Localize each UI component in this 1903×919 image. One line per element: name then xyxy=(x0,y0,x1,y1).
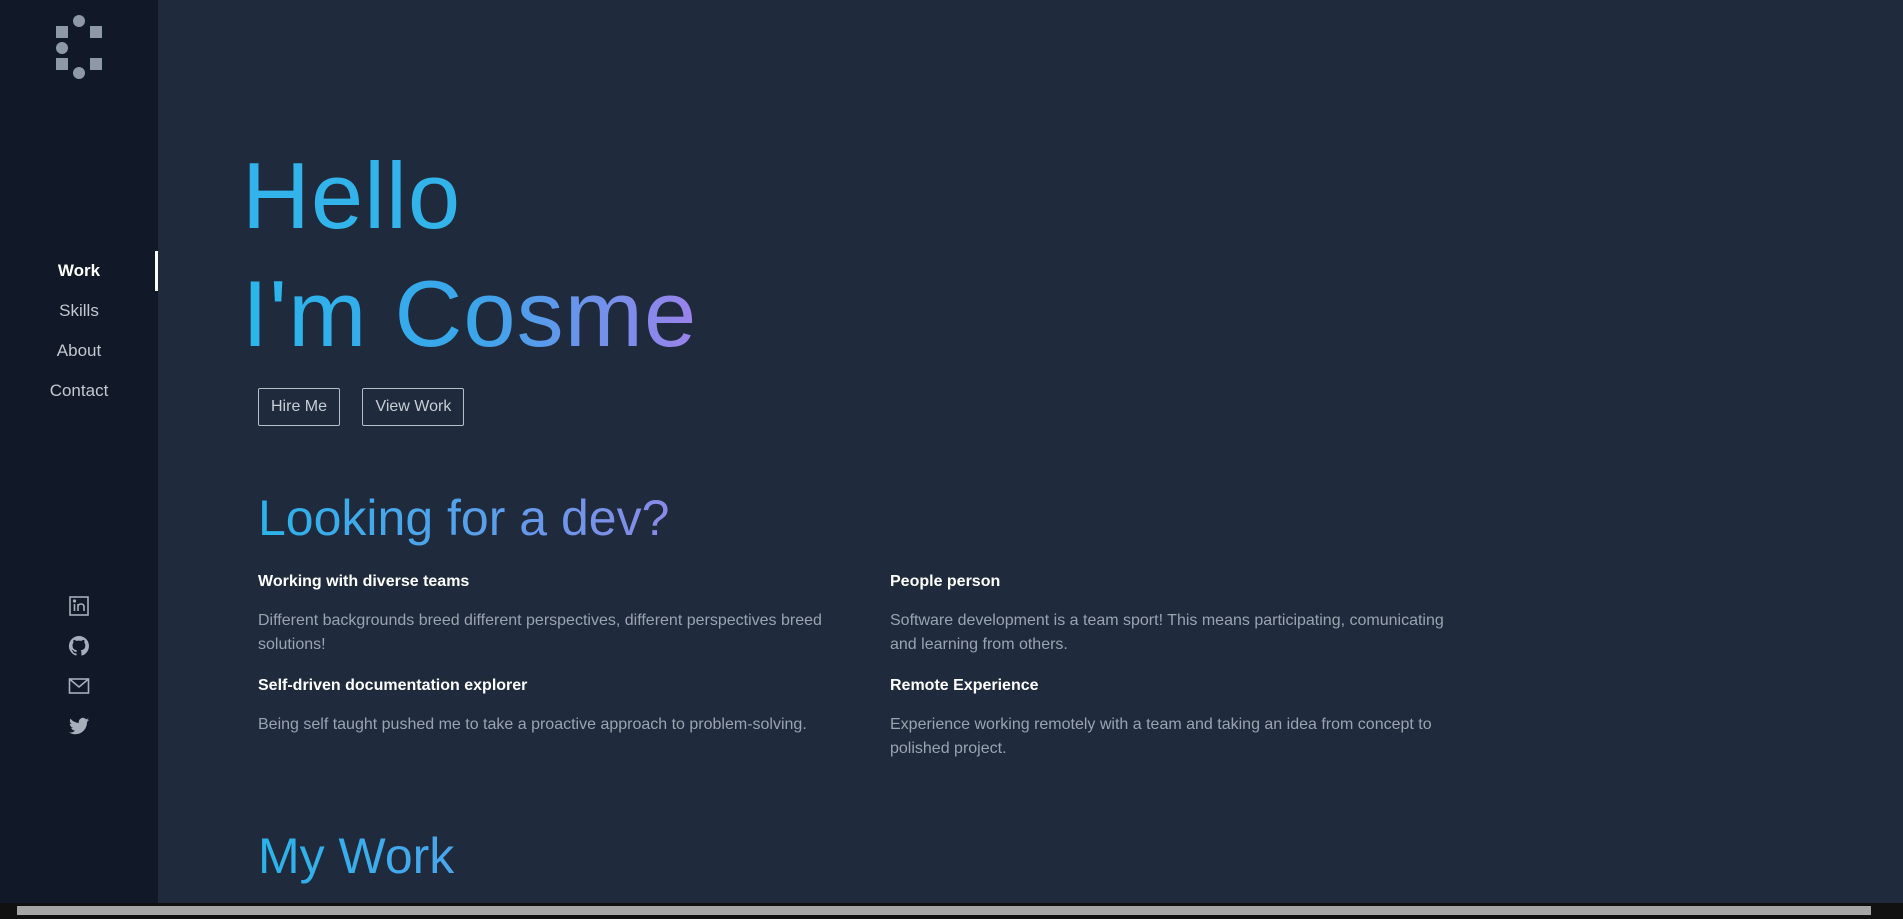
social-links xyxy=(0,594,158,754)
feature-text: Software development is a team sport! Th… xyxy=(890,612,1444,653)
feature-title: Self-driven documentation explorer xyxy=(258,677,528,694)
linkedin-icon[interactable] xyxy=(67,594,91,618)
feature-item: Remote Experience Experience working rem… xyxy=(890,674,1490,774)
nav-item-about[interactable]: About xyxy=(0,331,158,371)
feature-item: People person Software development is a … xyxy=(890,570,1490,670)
main-nav: Work Skills About Contact xyxy=(0,251,158,411)
view-work-button[interactable]: View Work xyxy=(362,388,465,426)
feature-title: People person xyxy=(890,573,1001,590)
sidebar: Work Skills About Contact xyxy=(0,0,158,903)
looking-for-dev-heading: Looking for a dev? xyxy=(258,490,670,546)
nav-item-work[interactable]: Work xyxy=(0,251,158,291)
main-content: Hello I'm Cosme Hire Me View Work Lookin… xyxy=(158,0,1903,903)
feature-item: Working with diverse teams Different bac… xyxy=(258,570,890,670)
horizontal-scrollbar[interactable] xyxy=(0,903,1903,919)
feature-title: Working with diverse teams xyxy=(258,573,470,590)
hero-heading: Hello I'm Cosme xyxy=(242,137,697,373)
hero-greeting: Hello xyxy=(242,143,462,248)
features-grid: Working with diverse teams Different bac… xyxy=(258,570,1490,774)
github-icon[interactable] xyxy=(67,634,91,658)
hero-name: I'm Cosme xyxy=(242,255,697,373)
hire-me-button[interactable]: Hire Me xyxy=(258,388,341,426)
logo-icon[interactable] xyxy=(54,14,104,80)
twitter-icon[interactable] xyxy=(67,714,91,738)
mail-icon[interactable] xyxy=(67,674,91,698)
nav-item-skills[interactable]: Skills xyxy=(0,291,158,331)
feature-item: Self-driven documentation explorer Being… xyxy=(258,674,890,774)
feature-text: Being self taught pushed me to take a pr… xyxy=(258,716,807,733)
feature-text: Different backgrounds breed different pe… xyxy=(258,612,822,653)
my-work-heading: My Work xyxy=(258,828,455,884)
feature-title: Remote Experience xyxy=(890,677,1039,694)
hero-buttons: Hire Me View Work xyxy=(258,388,482,426)
feature-text: Experience working remotely with a team … xyxy=(890,716,1432,757)
scrollbar-thumb[interactable] xyxy=(17,906,1871,915)
nav-item-contact[interactable]: Contact xyxy=(0,371,158,411)
